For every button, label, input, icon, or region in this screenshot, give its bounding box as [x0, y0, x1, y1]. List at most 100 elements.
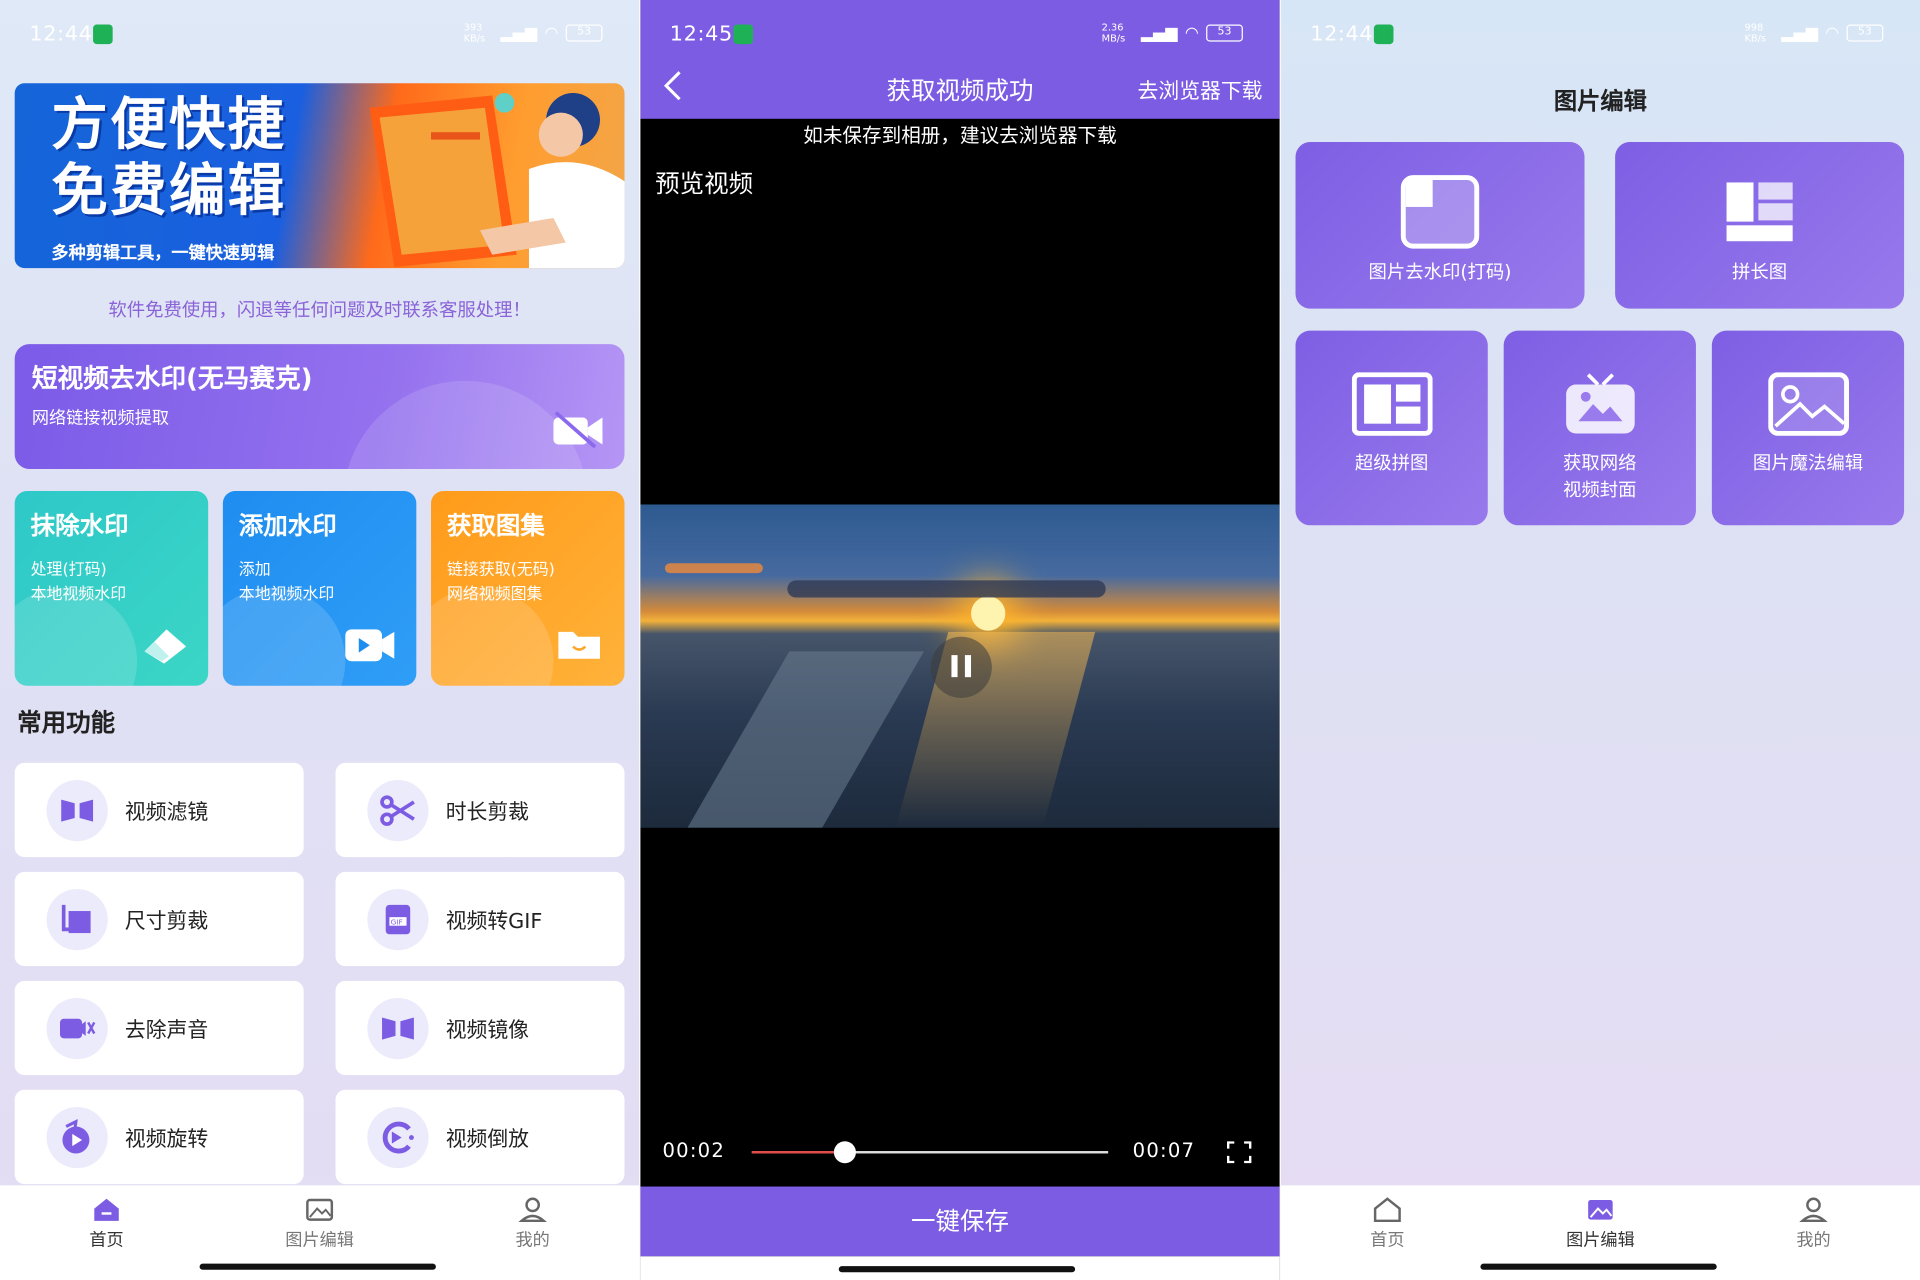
function-video-rotate[interactable]: 视频旋转 [14, 1089, 304, 1185]
picture-icon [1767, 372, 1849, 436]
status-icons: 998 KB/s ▂▄▆ ◠ 53 [1744, 22, 1884, 45]
home-indicator [838, 1266, 1076, 1273]
tile-label-line2: 视频封面 [1563, 478, 1637, 501]
tile-super-collage[interactable]: 超级拼图 [1295, 330, 1488, 526]
svg-text:GIF: GIF [391, 917, 403, 926]
reverse-icon [382, 1121, 414, 1153]
wifi-icon: ◠ [1825, 23, 1840, 43]
tab-mine[interactable]: 我的 [1740, 1195, 1887, 1251]
duration: 00:07 [1132, 1138, 1196, 1163]
home-indicator [1480, 1263, 1717, 1270]
home-icon [1373, 1197, 1401, 1223]
tab-home[interactable]: 首页 [33, 1195, 180, 1251]
card-title: 添加水印 [238, 510, 337, 541]
app-notification-icon [93, 24, 113, 45]
card-line1: 链接获取(无码) [446, 560, 555, 580]
video-player[interactable] [640, 504, 1280, 828]
tile-label: 图片魔法编辑 [1752, 451, 1864, 474]
app-notification-icon [1373, 24, 1394, 45]
function-label: 视频转GIF [445, 909, 543, 935]
battery-icon: 53 [565, 24, 603, 42]
home-screen: 12:44 393 KB/s ▂▄▆ ◠ 53 方便快捷 免费编辑 多种剪辑工具… [0, 0, 640, 1280]
tab-home[interactable]: 首页 [1314, 1195, 1461, 1251]
hero-title: 短视频去水印(无马赛克) [31, 363, 313, 394]
tab-image-edit[interactable]: 图片编辑 [246, 1195, 393, 1251]
battery-icon: 53 [1846, 24, 1884, 42]
fullscreen-icon[interactable] [1226, 1141, 1252, 1164]
function-label: 尺寸剪裁 [124, 909, 209, 935]
signal-icon: ▂▄▆ [1140, 23, 1178, 43]
function-video-reverse[interactable]: 视频倒放 [335, 1089, 625, 1185]
hero-subtitle: 网络链接视频提取 [31, 408, 169, 429]
progress-fill [751, 1151, 845, 1154]
folder-icon [558, 631, 601, 659]
card-line2: 本地视频水印 [238, 585, 335, 604]
tile-video-cover[interactable]: 获取网络 视频封面 [1503, 330, 1696, 526]
wifi-icon: ◠ [544, 23, 559, 43]
gif-icon: GIF [385, 904, 411, 934]
tab-label: 首页 [89, 1230, 124, 1251]
network-speed: 393 KB/s [463, 22, 486, 45]
tile-image-magic-edit[interactable]: 图片魔法编辑 [1711, 330, 1905, 526]
app-notification-icon [733, 24, 754, 45]
network-speed: 998 KB/s [1744, 22, 1767, 45]
tab-label: 我的 [515, 1230, 550, 1251]
battery-icon: 53 [1206, 24, 1243, 42]
banner-title-line2: 免费编辑 [51, 156, 287, 223]
function-video-mirror[interactable]: 视频镜像 [335, 980, 625, 1076]
preview-label: 预览视频 [655, 168, 754, 199]
banner-subtitle: 多种剪辑工具，一键快速剪辑 [51, 243, 275, 264]
page-title: 图片编辑 [1553, 88, 1647, 116]
section-title: 常用功能 [17, 707, 116, 738]
status-icons: 2.36 MB/s ▂▄▆ ◠ 53 [1102, 22, 1243, 44]
video-camera-icon [345, 629, 395, 662]
user-icon [1799, 1197, 1828, 1223]
status-time: 12:44 [1310, 22, 1374, 47]
hero-card-remove-watermark[interactable]: 短视频去水印(无马赛克) 网络链接视频提取 [14, 344, 625, 469]
function-label: 视频镜像 [445, 1018, 529, 1044]
function-video-filter[interactable]: 视频滤镜 [14, 762, 304, 858]
mirror-icon [382, 1016, 414, 1039]
tile-image-remove-watermark[interactable]: 图片去水印(打码) [1295, 142, 1585, 309]
image-icon [1588, 1200, 1613, 1220]
progress-track[interactable] [751, 1141, 1109, 1164]
function-duration-cut[interactable]: 时长剪裁 [335, 762, 625, 858]
promo-banner[interactable]: 方便快捷 免费编辑 多种剪辑工具，一键快速剪辑 [14, 83, 625, 269]
card-add-watermark[interactable]: 添加水印 添加 本地视频水印 [222, 491, 417, 686]
watermark-icon [1400, 175, 1480, 249]
function-video-to-gif[interactable]: GIF 视频转GIF [335, 871, 625, 967]
signal-icon: ▂▄▆ [1781, 23, 1818, 43]
tab-mine[interactable]: 我的 [459, 1195, 606, 1251]
status-time: 12:45 [669, 22, 733, 47]
card-title: 获取图集 [446, 510, 545, 541]
crop-icon [61, 904, 91, 933]
function-label: 视频滤镜 [124, 800, 209, 826]
function-remove-sound[interactable]: 去除声音 [14, 980, 304, 1076]
function-label: 视频旋转 [124, 1127, 209, 1153]
tile-label: 超级拼图 [1354, 451, 1429, 474]
function-size-crop[interactable]: 尺寸剪裁 [14, 871, 304, 967]
long-image-icon [1726, 182, 1793, 242]
user-icon [518, 1197, 547, 1223]
status-time: 12:44 [29, 22, 93, 47]
tile-label: 图片去水印(打码) [1368, 260, 1512, 283]
card-line2: 网络视频图集 [446, 585, 543, 604]
tab-image-edit[interactable]: 图片编辑 [1527, 1195, 1674, 1251]
pause-icon[interactable] [930, 636, 992, 698]
browser-download-link[interactable]: 去浏览器下载 [1138, 73, 1263, 104]
tile-long-image[interactable]: 拼长图 [1615, 142, 1905, 309]
home-indicator [199, 1263, 436, 1270]
progress-knob[interactable] [833, 1141, 856, 1164]
card-get-gallery[interactable]: 获取图集 链接获取(无码) 网络视频图集 [431, 491, 625, 686]
filter-icon [61, 798, 94, 822]
card-erase-watermark[interactable]: 抹除水印 处理(打码) 本地视频水印 [14, 491, 209, 686]
mute-icon [60, 1018, 96, 1038]
image-edit-screen: 12:44 998 KB/s ▂▄▆ ◠ 53 图片编辑 图片去水印(打码) 拼… [1280, 0, 1920, 1280]
signal-icon: ▂▄▆ [500, 23, 538, 43]
top-bar: 12:45 2.36 MB/s ▂▄▆ ◠ 53 获取视频成功 去浏览器下载 [640, 0, 1280, 119]
save-button[interactable]: 一键保存 [640, 1186, 1280, 1257]
save-tip: 如未保存到相册，建议去浏览器下载 [803, 123, 1117, 147]
card-line2: 本地视频水印 [30, 585, 127, 604]
laptop-illustration-icon [369, 93, 625, 269]
bottom-tab-bar: 首页 图片编辑 我的 [1280, 1185, 1920, 1280]
